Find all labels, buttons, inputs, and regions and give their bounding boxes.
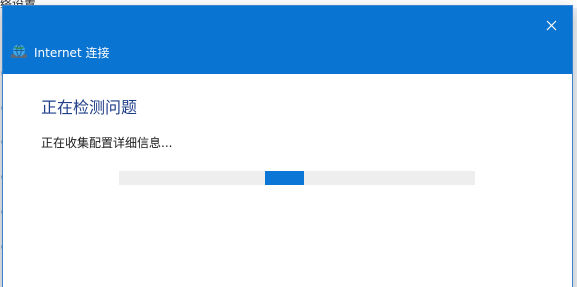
progress-indicator [264, 171, 305, 185]
close-icon [546, 20, 556, 30]
dialog-title-row: Internet 连接 [10, 43, 109, 61]
internet-connections-dialog: Internet 连接 正在检测问题 正在收集配置详细信息... [3, 6, 572, 287]
background-window-edge [572, 8, 577, 287]
dialog-title: Internet 连接 [34, 45, 110, 60]
progress-bar [119, 171, 475, 185]
dialog-content: 正在检测问题 正在收集配置详细信息... [3, 74, 572, 287]
screen: 络设置 In [0, 0, 577, 287]
page-heading: 正在检测问题 [41, 98, 138, 117]
status-message: 正在收集配置详细信息... [41, 136, 173, 150]
dialog-titlebar[interactable]: Internet 连接 [3, 6, 572, 74]
close-button[interactable] [536, 12, 566, 38]
network-troubleshooter-icon [11, 44, 27, 58]
